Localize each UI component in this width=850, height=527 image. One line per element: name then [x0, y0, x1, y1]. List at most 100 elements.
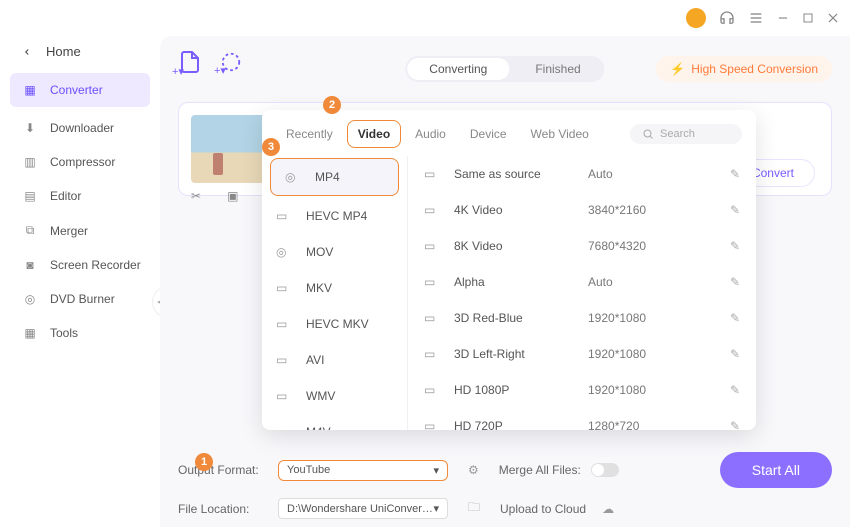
sidebar-item-label: Tools — [50, 326, 78, 340]
sidebar-item-tools[interactable]: ▦Tools — [0, 316, 160, 350]
home-link[interactable]: Home — [0, 40, 160, 73]
tab-video[interactable]: Video — [347, 120, 401, 148]
tab-audio[interactable]: Audio — [405, 121, 456, 147]
high-speed-badge[interactable]: ⚡ High Speed Conversion — [656, 56, 832, 82]
callout-2: 2 — [323, 96, 341, 114]
merge-toggle[interactable] — [591, 463, 619, 477]
format-mp4[interactable]: ◎MP4 — [270, 158, 399, 196]
sidebar-item-label: Editor — [50, 189, 81, 203]
output-format-label: Output Format: — [178, 463, 268, 477]
close-icon[interactable] — [826, 11, 840, 25]
wmv-icon: ▭ — [276, 389, 294, 403]
preset-row[interactable]: ▭4K Video3840*2160✎ — [408, 192, 756, 228]
chevron-down-icon: ▾ — [433, 502, 439, 515]
tab-recently[interactable]: Recently — [276, 121, 343, 147]
sidebar-item-editor[interactable]: ▤ Editor — [0, 179, 160, 213]
sidebar-item-dvd-burner[interactable]: ◎DVD Burner — [0, 282, 160, 316]
format-popup: Recently Video Audio Device Web Video Se… — [262, 110, 756, 430]
titlebar — [0, 0, 850, 36]
support-icon[interactable] — [718, 9, 736, 27]
add-url-button[interactable]: +▾ — [220, 51, 242, 87]
editor-icon: ▤ — [22, 189, 38, 203]
sidebar-item-downloader[interactable]: ⬇ Downloader — [0, 111, 160, 145]
edit-preset-icon[interactable]: ✎ — [730, 419, 740, 430]
tab-device[interactable]: Device — [460, 121, 517, 147]
preset-icon: ▭ — [424, 275, 440, 289]
edit-preset-icon[interactable]: ✎ — [730, 275, 740, 289]
format-label: MKV — [306, 281, 332, 295]
format-mkv[interactable]: ▭MKV — [262, 270, 407, 306]
preset-name: Alpha — [454, 275, 574, 289]
chevron-down-icon: ▾ — [433, 464, 439, 477]
callout-3: 3 — [262, 138, 280, 156]
format-m4v[interactable]: ▭ M4V — [262, 414, 407, 430]
edit-preset-icon[interactable]: ✎ — [730, 167, 740, 181]
format-label: M4V — [306, 425, 331, 430]
download-icon: ⬇ — [22, 121, 38, 135]
mini-tools: ✂ ▣ — [191, 189, 238, 203]
preset-res: 1280*720 — [588, 419, 678, 430]
preset-row[interactable]: ▭3D Red-Blue1920*1080✎ — [408, 300, 756, 336]
file-location-dropdown[interactable]: D:\Wondershare UniConverter 1 ▾ — [278, 498, 448, 519]
format-label: MOV — [306, 245, 333, 259]
cloud-icon[interactable]: ☁ — [602, 502, 614, 516]
segment-converting[interactable]: Converting — [407, 58, 509, 80]
preset-name: 4K Video — [454, 203, 574, 217]
sidebar-item-merger[interactable]: ⧉ Merger — [0, 213, 160, 248]
sidebar-item-label: Screen Recorder — [50, 258, 141, 272]
start-all-button[interactable]: Start All — [720, 452, 832, 488]
maximize-icon[interactable] — [802, 12, 814, 24]
settings-icon[interactable]: ⚙ — [468, 463, 479, 477]
avatar[interactable] — [686, 8, 706, 28]
popup-search[interactable]: Search — [630, 124, 742, 144]
sidebar-item-compressor[interactable]: ▥Compressor — [0, 145, 160, 179]
edit-preset-icon[interactable]: ✎ — [730, 311, 740, 325]
preset-row[interactable]: ▭3D Left-Right1920*1080✎ — [408, 336, 756, 372]
edit-preset-icon[interactable]: ✎ — [730, 239, 740, 253]
preset-res: Auto — [588, 275, 678, 289]
preset-icon: ▭ — [424, 311, 440, 325]
chevron-left-icon — [22, 47, 32, 57]
format-label: AVI — [306, 353, 324, 367]
format-label: MP4 — [315, 170, 340, 184]
format-avi[interactable]: ▭ AVI — [262, 342, 407, 378]
preset-row[interactable]: ▭Same as sourceAuto✎ — [408, 156, 756, 192]
format-hevc-mp4[interactable]: ▭HEVC MP4 — [262, 198, 407, 234]
m4v-icon: ▭ — [276, 425, 294, 430]
bolt-icon: ⚡ — [670, 62, 685, 76]
callout-1: 1 — [195, 453, 213, 471]
avi-icon: ▭ — [276, 353, 294, 367]
sidebar-item-label: Merger — [50, 224, 88, 238]
sidebar-item-screen-recorder[interactable]: ◙Screen Recorder — [0, 248, 160, 282]
sidebar: Home ▦Converter ⬇Downloader ▥Compressor … — [0, 36, 160, 527]
segment-finished[interactable]: Finished — [511, 56, 604, 82]
add-file-button[interactable]: +▾ — [178, 50, 202, 88]
minimize-icon[interactable] — [776, 11, 790, 25]
menu-icon[interactable] — [748, 10, 764, 26]
output-format-dropdown[interactable]: YouTube ▾ — [278, 460, 448, 481]
preset-row[interactable]: ▭8K Video7680*4320✎ — [408, 228, 756, 264]
sidebar-item-label: Downloader — [50, 121, 114, 135]
crop-icon[interactable]: ▣ — [227, 189, 238, 203]
folder-icon[interactable]: 🗀 — [468, 498, 480, 519]
format-wmv[interactable]: ▭WMV — [262, 378, 407, 414]
sidebar-item-label: DVD Burner — [50, 292, 115, 306]
status-segment: Converting Finished — [405, 56, 604, 82]
bottom-bar: Output Format: YouTube ▾ ⚙ Merge All Fil… — [178, 444, 832, 519]
format-mov[interactable]: ◎MOV — [262, 234, 407, 270]
preset-row[interactable]: ▭HD 720P1280*720✎ — [408, 408, 756, 430]
preset-row[interactable]: ▭HD 1080P1920*1080✎ — [408, 372, 756, 408]
edit-preset-icon[interactable]: ✎ — [730, 383, 740, 397]
edit-preset-icon[interactable]: ✎ — [730, 203, 740, 217]
tab-web-video[interactable]: Web Video — [521, 121, 599, 147]
format-label: HEVC MP4 — [306, 209, 367, 223]
edit-preset-icon[interactable]: ✎ — [730, 347, 740, 361]
sidebar-item-converter[interactable]: ▦Converter — [10, 73, 150, 107]
preset-row[interactable]: ▭ Alpha Auto ✎ — [408, 264, 756, 300]
format-hevc-mkv[interactable]: ▭HEVC MKV — [262, 306, 407, 342]
merger-icon: ⧉ — [22, 223, 38, 238]
preset-res: 3840*2160 — [588, 203, 678, 217]
preset-name: 3D Left-Right — [454, 347, 574, 361]
hevc-mkv-icon: ▭ — [276, 317, 294, 331]
trim-icon[interactable]: ✂ — [191, 189, 201, 203]
